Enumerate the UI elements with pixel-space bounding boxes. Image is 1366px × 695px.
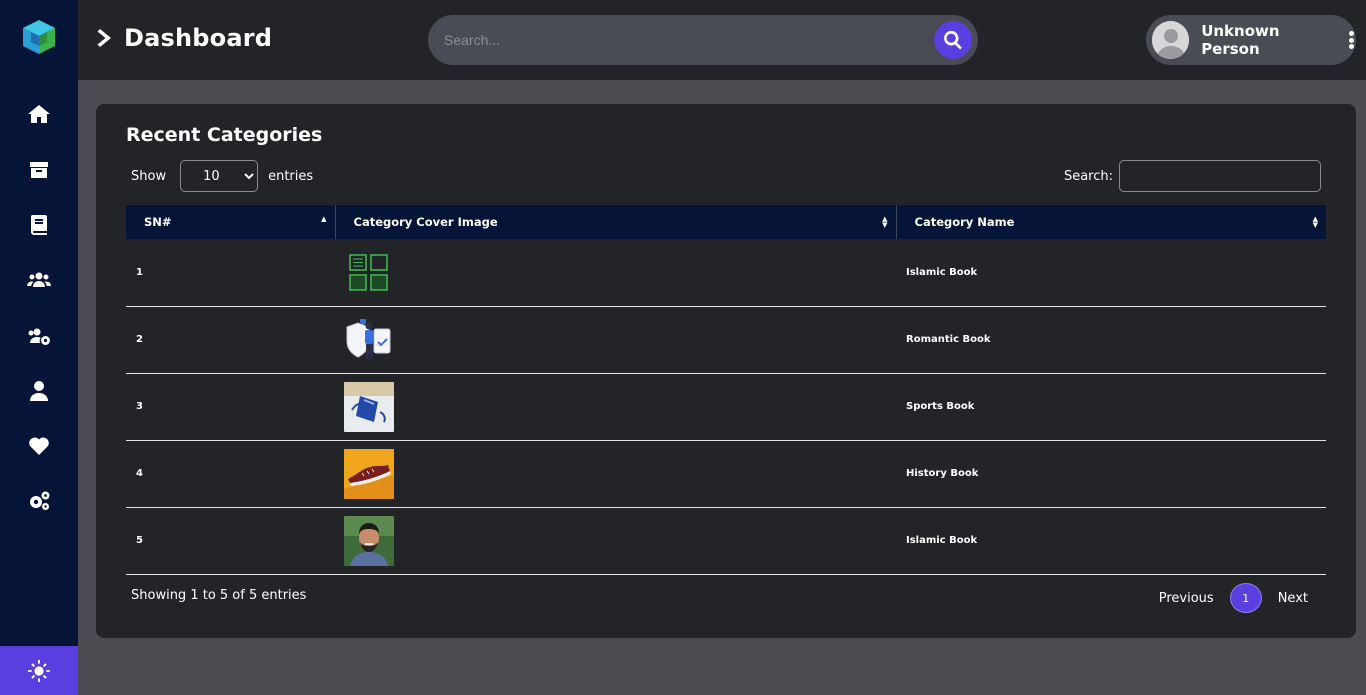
book-icon <box>30 215 47 235</box>
sidebar-item-users[interactable] <box>0 262 78 298</box>
user-name: Unknown Person <box>1201 22 1280 58</box>
search-input[interactable] <box>444 15 924 65</box>
user-menu[interactable]: Unknown Person <box>1146 15 1356 65</box>
table-header-row: SN# ▲ Category Cover Image ▲ ▼ Category Nam… <box>126 205 1326 239</box>
category-cover-image <box>344 247 394 298</box>
box-icon <box>30 162 48 178</box>
category-cover-image <box>344 314 394 365</box>
entries-label: entries <box>268 168 314 184</box>
categories-table: SN# ▲ Category Cover Image ▲ ▼ Category Nam… <box>126 205 1326 575</box>
row-sn: 4 <box>126 440 335 508</box>
search-label: Search: <box>1063 168 1113 184</box>
theme-toggle-button[interactable] <box>0 646 78 695</box>
users-icon <box>27 272 51 287</box>
row-sn: 5 <box>126 507 335 575</box>
logo-icon[interactable] <box>21 18 57 56</box>
page-length-control: Show 10 entries <box>131 160 313 192</box>
users-cog-icon <box>28 328 50 345</box>
sidebar-item-users-settings[interactable] <box>0 318 78 354</box>
column-header-sn[interactable]: SN# ▲ <box>126 205 335 239</box>
chevron-right-icon[interactable] <box>96 27 116 49</box>
category-cover-image <box>344 381 394 432</box>
row-sn: 3 <box>126 373 335 441</box>
page-button-current[interactable]: 1 <box>1229 583 1262 613</box>
column-header-category-name[interactable]: Category Name ▲ ▼ <box>895 205 1326 239</box>
column-header-cover-image[interactable]: Category Cover Image ▲ ▼ <box>334 205 896 239</box>
top-header: Dashboard Unknown Person <box>78 0 1366 80</box>
sidebar-item-book[interactable] <box>0 207 78 243</box>
sort-asc-icon: ▲ <box>321 215 327 223</box>
avatar <box>1152 21 1190 59</box>
category-cover-image <box>344 448 394 499</box>
table-row: 4 History Book <box>126 440 1326 508</box>
row-category-name: Romantic Book <box>896 306 1326 374</box>
table-filter: Search: <box>1064 160 1321 192</box>
sun-icon <box>28 659 50 682</box>
sidebar-item-box[interactable] <box>0 152 78 188</box>
sort-both-icon: ▲ ▼ <box>882 215 888 229</box>
sort-both-icon: ▲ ▼ <box>1312 215 1318 229</box>
row-category-name: History Book <box>896 440 1326 508</box>
category-cover-image <box>344 515 394 566</box>
show-label: Show <box>131 168 167 184</box>
row-sn: 2 <box>126 306 335 374</box>
sidebar <box>0 0 78 695</box>
previous-page-button[interactable]: Previous <box>1159 591 1214 606</box>
search-button[interactable] <box>934 21 972 59</box>
global-search <box>428 15 978 65</box>
sidebar-item-settings[interactable] <box>0 483 78 519</box>
page-title: Dashboard <box>124 24 273 52</box>
row-sn: 1 <box>126 239 335 307</box>
heart-icon <box>29 437 49 455</box>
row-category-name: Islamic Book <box>896 239 1326 307</box>
more-options-icon[interactable] <box>1346 30 1356 50</box>
sidebar-item-user[interactable] <box>0 373 78 409</box>
default-avatar-icon <box>1152 21 1190 59</box>
table-row: 3 Sports Book <box>126 373 1326 441</box>
table-row: 1 Islamic Book <box>126 239 1326 307</box>
home-icon <box>28 105 50 123</box>
row-category-name: Islamic Book <box>896 507 1326 575</box>
page-length-select[interactable]: 10 <box>180 160 259 192</box>
search-icon <box>944 30 962 50</box>
sidebar-item-home[interactable] <box>0 96 78 132</box>
pagination: Previous 1 Next <box>1159 583 1308 613</box>
row-category-name: Sports Book <box>896 373 1326 441</box>
sidebar-item-favorites[interactable] <box>0 428 78 464</box>
user-icon <box>30 381 48 401</box>
table-row: 5 Islamic Book <box>126 507 1326 575</box>
table-info: Showing 1 to 5 of 5 entries <box>131 588 307 603</box>
page-title-group: Dashboard <box>96 24 272 52</box>
next-page-button[interactable]: Next <box>1278 591 1308 606</box>
recent-categories-card: Recent Categories Show 10 entries Search… <box>96 104 1356 638</box>
table-row: 2 Romantic Book <box>126 306 1326 374</box>
card-title: Recent Categories <box>126 124 323 146</box>
table-search-input[interactable] <box>1119 160 1321 192</box>
cogs-icon <box>30 491 50 510</box>
